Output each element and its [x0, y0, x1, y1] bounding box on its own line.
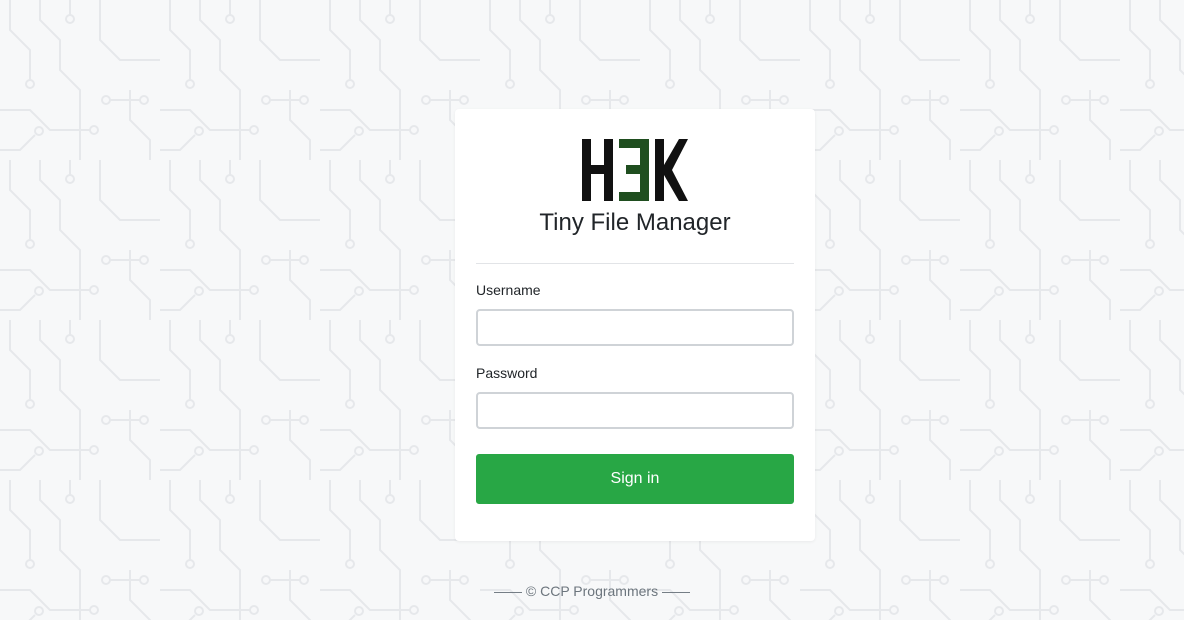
sign-in-button[interactable]: Sign in [476, 454, 794, 504]
divider [476, 263, 794, 264]
h3k-logo [582, 139, 688, 201]
username-input[interactable] [476, 309, 794, 346]
app-title: Tiny File Manager [539, 209, 731, 236]
username-label: Username [476, 282, 541, 298]
password-label: Password [476, 365, 538, 381]
login-card: Tiny File Manager Username Password Sign… [455, 109, 815, 541]
password-input[interactable] [476, 392, 794, 429]
footer-credit: —— © CCP Programmers —— [494, 583, 690, 599]
